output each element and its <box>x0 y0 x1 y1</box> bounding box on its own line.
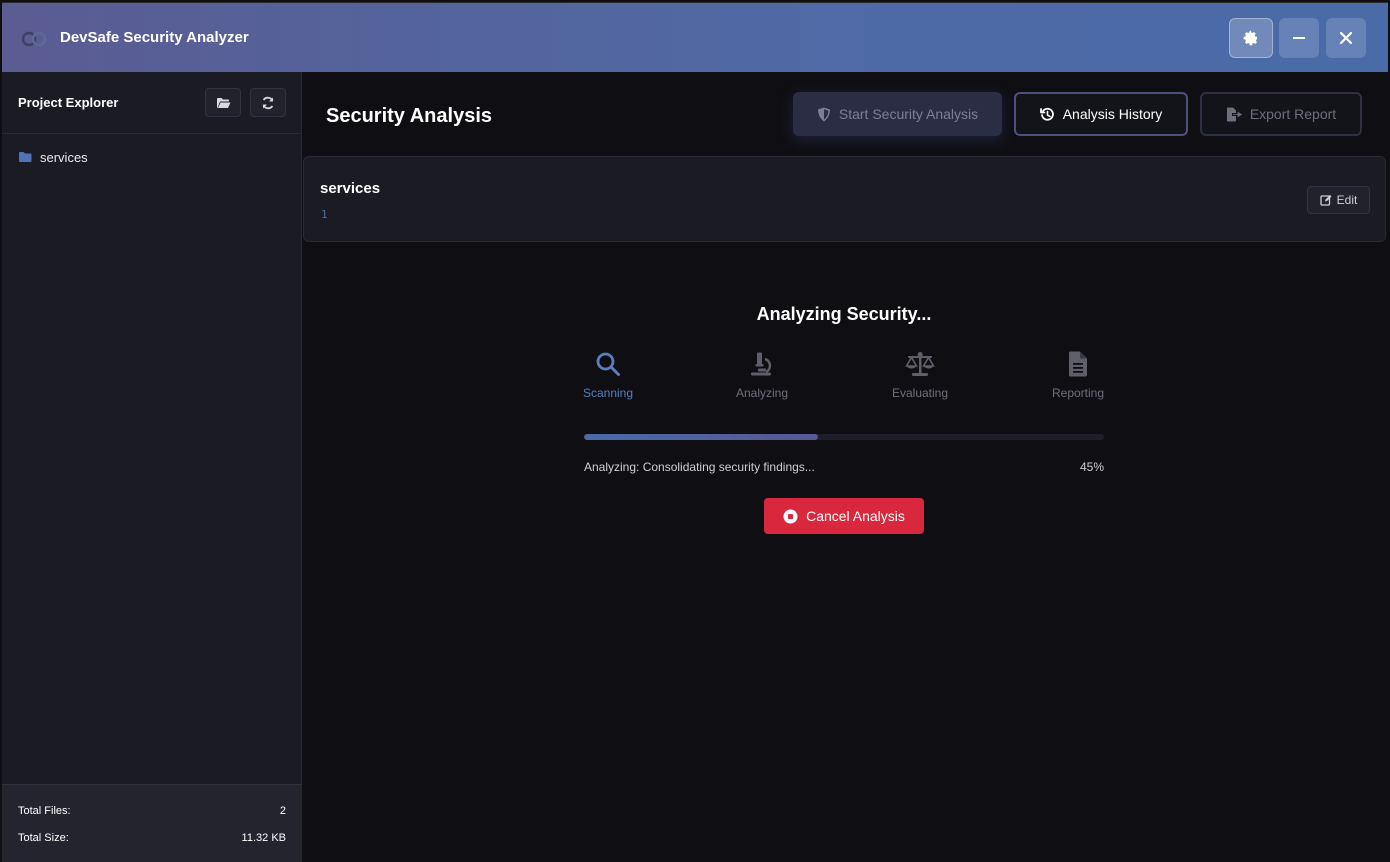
file-preview-panel: services 1 Edit <box>303 156 1386 242</box>
stop-circle-icon <box>783 509 798 523</box>
sidebar-title: Project Explorer <box>18 95 119 110</box>
history-icon <box>1039 107 1054 121</box>
total-files-value: 2 <box>279 805 286 817</box>
gear-icon <box>1243 30 1257 46</box>
step-label: Evaluating <box>891 386 949 400</box>
refresh-button[interactable] <box>250 88 286 117</box>
total-files-label: Total Files: <box>18 805 71 817</box>
file-icon <box>1069 351 1087 377</box>
analysis-history-label: Analysis History <box>1062 106 1163 122</box>
analysis-history-button[interactable]: Analysis History <box>1014 92 1188 136</box>
step-label: Reporting <box>1051 386 1105 400</box>
analysis-status-title: Analyzing Security... <box>756 304 932 324</box>
shield-icon <box>817 107 830 121</box>
microscope-icon <box>751 352 772 376</box>
sidebar-stats: Total Files: 2 Total Size: 11.32 KB <box>2 784 302 862</box>
progress-percent: 45% <box>1079 460 1104 474</box>
file-export-icon <box>1226 107 1242 121</box>
start-analysis-label: Start Security Analysis <box>838 106 979 122</box>
project-explorer-sidebar: Project Explorer services Total Files: 2… <box>2 72 302 862</box>
sidebar-header: Project Explorer <box>2 72 302 134</box>
search-icon <box>596 352 620 376</box>
app-title: DevSafe Security Analyzer <box>60 29 249 46</box>
tree-item-label: services <box>40 149 88 165</box>
step-reporting: Reporting <box>1028 350 1128 400</box>
export-report-button[interactable]: Export Report <box>1200 92 1362 136</box>
step-label: Analyzing <box>735 386 789 400</box>
open-folder-button[interactable] <box>205 88 241 117</box>
edit-button[interactable]: Edit <box>1307 186 1370 214</box>
edit-icon <box>1320 195 1332 206</box>
start-analysis-button[interactable]: Start Security Analysis <box>793 92 1002 136</box>
total-size-value: 11.32 KB <box>241 832 286 844</box>
main-content: Security Analysis Start Security Analysi… <box>303 72 1388 862</box>
minus-icon <box>1293 37 1305 39</box>
scale-icon <box>905 352 935 376</box>
edit-label: Edit <box>1336 193 1358 207</box>
close-icon <box>1339 31 1353 45</box>
tree-item-services[interactable]: services <box>18 148 88 166</box>
refresh-icon <box>262 96 274 109</box>
step-analyzing: Analyzing <box>712 350 812 400</box>
step-evaluating: Evaluating <box>870 350 970 400</box>
progress-bar <box>584 434 1104 440</box>
folder-open-icon <box>216 97 230 108</box>
minimize-button[interactable] <box>1279 18 1319 58</box>
file-name: services <box>320 180 381 197</box>
cancel-analysis-button[interactable]: Cancel Analysis <box>764 498 924 534</box>
folder-icon <box>19 152 32 162</box>
progress-bar-fill <box>584 434 818 440</box>
total-size-label: Total Size: <box>18 832 69 844</box>
close-button[interactable] <box>1326 18 1366 58</box>
cancel-analysis-label: Cancel Analysis <box>806 508 905 524</box>
analysis-progress: Analyzing Security... Scanning Analyzing… <box>583 298 1104 538</box>
progress-status-text: Analyzing: Consolidating security findin… <box>584 460 815 474</box>
title-bar: DevSafe Security Analyzer <box>2 2 1388 72</box>
line-number: 1 <box>321 208 328 221</box>
step-label: Scanning <box>582 386 634 400</box>
page-title: Security Analysis <box>326 105 493 127</box>
app-logo-icon <box>21 31 47 47</box>
step-scanning: Scanning <box>558 350 658 400</box>
export-report-label: Export Report <box>1249 106 1337 122</box>
settings-button[interactable] <box>1229 18 1273 58</box>
